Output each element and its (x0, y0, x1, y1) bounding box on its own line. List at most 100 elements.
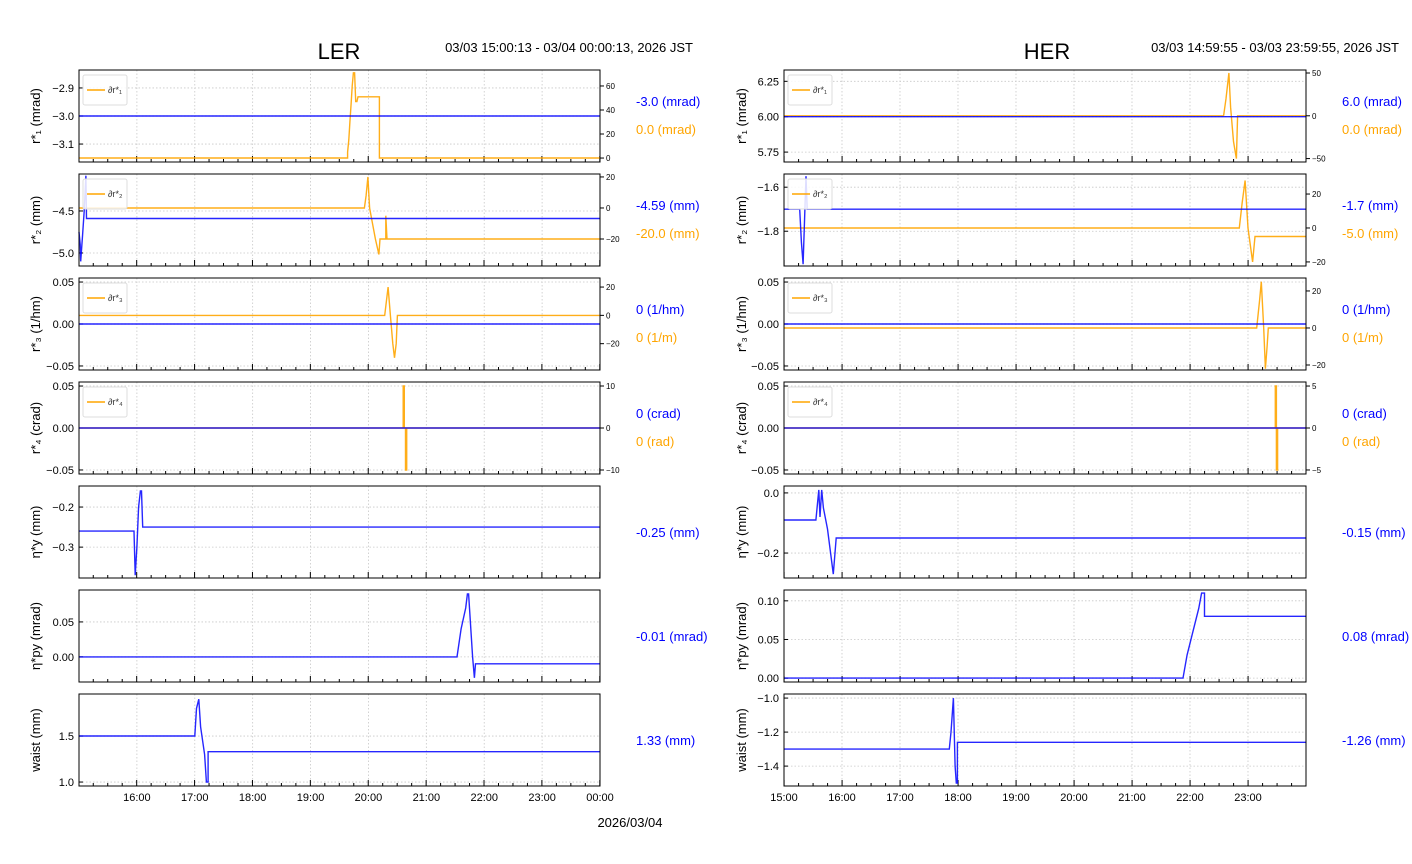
panel-4: −0.05 0.00 0.05 −5 0 5 ∂r*₄ r*₄ (crad) 0 (crad) 0… (734, 381, 1387, 477)
x-tick-label: 00:00 (586, 792, 614, 804)
y2-tick-label: −20 (606, 340, 620, 349)
x-tick-label: 20:00 (355, 792, 383, 804)
y-tick-label: −0.05 (751, 361, 779, 373)
y-axis-label: r*₂ (mm) (28, 196, 43, 244)
y-tick-label: −0.2 (757, 548, 779, 560)
y-tick-label: −0.05 (46, 465, 74, 477)
plot-frame (78, 589, 601, 683)
y-axis-label: η*py (mrad) (28, 602, 43, 670)
y-tick-label: −1.2 (757, 727, 779, 739)
current-value-secondary: 0 (1/m) (636, 330, 677, 345)
current-value-secondary: 0.0 (mrad) (1342, 122, 1402, 137)
chart-title: HER (1024, 39, 1070, 64)
y2-tick-label: −10 (606, 466, 620, 475)
primary-series-line (784, 489, 1306, 575)
current-value-secondary: -5.0 (mm) (1342, 226, 1398, 241)
y2-tick-label: 0 (606, 204, 611, 213)
y-tick-label: 0.00 (758, 423, 779, 435)
y2-tick-label: −50 (1312, 155, 1326, 164)
secondary-series-line (784, 281, 1306, 369)
primary-series-line (79, 593, 600, 678)
current-value-primary: 1.33 (mm) (636, 733, 695, 748)
y-axis-label: waist (mm) (28, 708, 43, 773)
legend: ∂r*₁ (787, 74, 833, 106)
y-tick-label: 6.00 (758, 112, 779, 124)
legend-label: ∂r*₃ (108, 293, 123, 303)
current-value-primary: 0 (crad) (636, 406, 681, 421)
y2-tick-label: 0 (606, 154, 611, 163)
x-tick-label: 22:00 (1176, 792, 1204, 804)
y2-tick-label: 20 (1312, 190, 1321, 199)
y-axis-label: r*₂ (mm) (734, 196, 749, 244)
y-axis-label: waist (mm) (734, 708, 749, 773)
her-chart: HER 03/03 14:59:55 - 03/03 23:59:55, 2026… (734, 39, 1409, 804)
current-value-primary: 6.0 (mrad) (1342, 94, 1402, 109)
y-tick-label: −0.05 (46, 361, 74, 373)
y-axis-label: r*₄ (crad) (734, 402, 749, 454)
primary-series-line (784, 698, 1306, 784)
primary-series-line (79, 699, 600, 783)
panel-5: −0.3 −0.2 η*y (mm) -0.25 (mm) (28, 485, 700, 579)
chart-title: LER (318, 39, 361, 64)
x-tick-label: 17:00 (181, 792, 209, 804)
secondary-series-line (79, 287, 600, 358)
y2-tick-label: −5 (1312, 466, 1322, 475)
x-tick-label: 21:00 (1118, 792, 1146, 804)
time-range: 03/03 15:00:13 - 03/04 00:00:13, 2026 JS… (445, 40, 693, 55)
y2-tick-label: 40 (606, 106, 615, 115)
y-tick-label: −2.9 (52, 83, 74, 95)
plot-frame (78, 693, 601, 787)
y-tick-label: 1.5 (59, 731, 74, 743)
plot-frame (783, 693, 1307, 787)
legend: ∂r*₃ (82, 282, 128, 314)
current-value-secondary: 0.0 (mrad) (636, 122, 696, 137)
y2-tick-label: −20 (1312, 258, 1326, 267)
panel-6: 0.00 0.05 η*py (mrad) -0.01 (mrad) (28, 589, 708, 683)
y2-tick-label: 5 (1312, 382, 1317, 391)
current-value-secondary: -20.0 (mm) (636, 226, 700, 241)
time-range: 03/03 14:59:55 - 03/03 23:59:55, 2026 JS… (1151, 40, 1399, 55)
y2-tick-label: 0 (606, 424, 611, 433)
plot-frame (783, 485, 1307, 579)
y-tick-label: 0.00 (53, 652, 74, 664)
y-axis-label: r*₁ (mrad) (734, 88, 749, 144)
x-tick-label: 17:00 (886, 792, 914, 804)
y2-tick-label: 20 (1312, 287, 1321, 296)
secondary-series-line (79, 176, 600, 255)
y-tick-label: −4.5 (52, 206, 74, 218)
y-tick-label: −1.8 (757, 226, 779, 238)
orbit-monitor-chart: LER 03/03 15:00:13 - 03/04 00:00:13, 2026… (28, 39, 1409, 830)
y2-tick-label: 0 (1312, 224, 1317, 233)
current-value-primary: -0.15 (mm) (1342, 525, 1406, 540)
panel-2: −5.0 −4.5 −20 0 20 ∂r*₂ r*₂ (mm) -4.59 (mm) -20.… (28, 173, 700, 267)
y-tick-label: −0.2 (52, 502, 74, 514)
y-tick-label: 0.10 (758, 596, 779, 608)
y-tick-label: 0.0 (764, 488, 779, 500)
y-axis-label: r*₁ (mrad) (28, 88, 43, 144)
current-value-primary: -0.01 (mrad) (636, 629, 708, 644)
primary-series-line (784, 176, 1306, 265)
x-tick-label: 15:00 (770, 792, 798, 804)
current-value-primary: -3.0 (mrad) (636, 94, 700, 109)
y2-tick-label: −20 (1312, 361, 1326, 370)
y-axis-label: r*₃ (1/hm) (28, 296, 43, 352)
panel-5: −0.2 0.0 η*y (mm) -0.15 (mm) (734, 485, 1406, 579)
x-tick-label: 23:00 (1234, 792, 1262, 804)
panel-6: 0.00 0.05 0.10 η*py (mrad) 0.08 (mrad) (734, 589, 1409, 685)
y-tick-label: −1.0 (757, 693, 779, 705)
panel-2: −1.8 −1.6 −20 0 20 ∂r*₂ r*₂ (mm) -1.7 (mm) -5.0 … (734, 173, 1398, 267)
current-value-secondary: 0 (rad) (636, 434, 674, 449)
primary-series-line (79, 490, 600, 576)
primary-series-line (78, 175, 600, 262)
panel-3: −0.05 0.00 0.05 −20 0 20 ∂r*₃ r*₃ (1/hm) 0 (1/hm… (734, 277, 1390, 373)
legend-label: ∂r*₃ (813, 293, 828, 303)
y-tick-label: 0.05 (758, 381, 779, 393)
legend-label: ∂r*₄ (813, 397, 828, 407)
y-axis-label: η*y (mm) (734, 506, 749, 559)
x-tick-label: 21:00 (413, 792, 441, 804)
legend: ∂r*₂ (82, 178, 128, 210)
y-tick-label: 0.05 (53, 277, 74, 289)
panel-3: −0.05 0.00 0.05 −20 0 20 ∂r*₃ r*₃ (1/hm) 0 (1/hm… (28, 277, 684, 373)
current-value-secondary: 0 (rad) (1342, 434, 1380, 449)
y-axis-label: η*py (mrad) (734, 602, 749, 670)
